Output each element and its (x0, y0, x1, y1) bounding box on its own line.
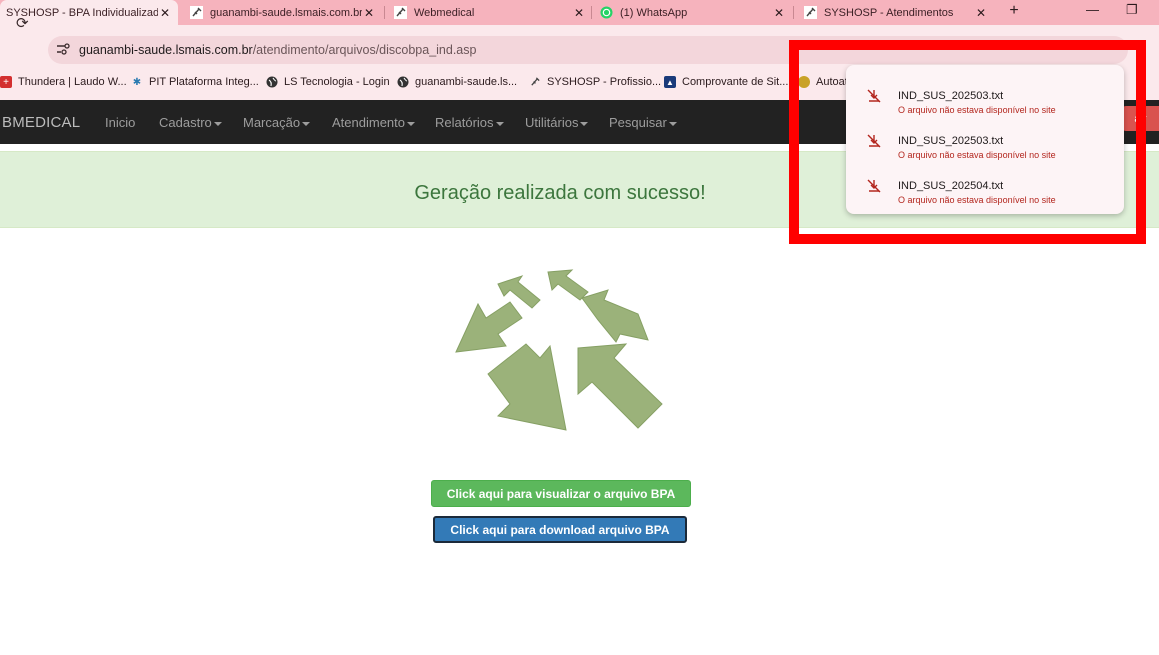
nav-label: Utilitários (525, 115, 579, 130)
pit-icon: ✱ (132, 76, 142, 88)
arrow-shape (497, 275, 541, 309)
caret-down-icon (495, 121, 504, 126)
tab-strip: SYSHOSP - BPA Individualizado ✕ guanambi… (0, 0, 1159, 25)
nav-relatorios[interactable]: Relatórios (435, 115, 504, 130)
caret-down-icon (213, 121, 222, 126)
arrow-shape (577, 343, 663, 429)
nav-label: Marcação (243, 115, 301, 130)
restore-button[interactable]: ❐ (1126, 2, 1138, 18)
nav-marcacao[interactable]: Marcação (243, 115, 311, 130)
bookmark-comprovante[interactable]: ▲ Comprovante de Sit... (664, 75, 788, 89)
close-icon[interactable]: ✕ (772, 6, 786, 20)
bookmark-pit[interactable]: ✱ PIT Plataforma Integ... (131, 75, 259, 89)
logout-button[interactable]: air (1122, 106, 1159, 131)
download-failed-icon (867, 134, 881, 148)
syringe-icon (529, 76, 541, 88)
browser-window: SYSHOSP - BPA Individualizado ✕ guanambi… (0, 0, 1159, 655)
close-icon[interactable]: ✕ (362, 6, 376, 20)
tab-divider (384, 6, 385, 19)
download-item[interactable]: IND_SUS_202503.txt O arquivo não estava … (846, 118, 1124, 160)
bookmark-guanambi-saude[interactable]: guanambi-saude.ls... (397, 75, 517, 89)
download-filename: IND_SUS_202503.txt (898, 90, 1004, 102)
nav-pesquisar[interactable]: Pesquisar (609, 115, 677, 130)
syringe-icon (804, 6, 817, 19)
bookmark-thundera[interactable]: + Thundera | Laudo W... (0, 75, 127, 89)
reload-icon[interactable]: ⟳ (16, 14, 29, 32)
downloads-panel: IND_SUS_202503.txt O arquivo não estava … (846, 65, 1124, 214)
caret-down-icon (302, 121, 311, 126)
arrow-shape (455, 301, 523, 353)
url-host: guanambi-saude.lsmais.com.br (79, 43, 253, 57)
arrow-shape (487, 343, 567, 431)
bookmark-label: Comprovante de Sit... (682, 76, 789, 88)
bookmark-ls-tecnologia[interactable]: LS Tecnologia - Login (266, 75, 390, 89)
gov-icon: ▲ (664, 76, 676, 88)
nav-utilitarios[interactable]: Utilitários (525, 115, 589, 130)
globe-icon (266, 76, 278, 88)
app-brand[interactable]: BMEDICAL (2, 114, 80, 131)
logout-label: air (1134, 112, 1147, 125)
download-bpa-label: Click aqui para download arquivo BPA (450, 522, 670, 537)
download-status: O arquivo não estava disponível no site (898, 150, 1056, 160)
arrow-shape (581, 289, 649, 343)
bookmark-label: guanambi-saude.ls... (415, 76, 518, 88)
bookmark-label: Autoat (816, 76, 848, 88)
bookmark-label: LS Tecnologia - Login (284, 76, 390, 88)
syringe-icon (190, 6, 203, 19)
tab-guanambi-saude[interactable]: guanambi-saude.lsmais.com.br ✕ (182, 0, 382, 25)
tab-syshosp-atendimentos[interactable]: SYSHOSP - Atendimentos ✕ (796, 0, 994, 25)
tab-title: (1) WhatsApp (620, 6, 688, 19)
bookmark-label: SYSHOSP - Profissio... (547, 76, 662, 88)
arrows-graphic (455, 269, 663, 431)
url-path: /atendimento/arquivos/discobpa_ind.asp (252, 43, 477, 57)
bookmark-label: Thundera | Laudo W... (18, 76, 127, 88)
nav-atendimento[interactable]: Atendimento (332, 115, 415, 130)
download-failed-icon (867, 179, 881, 193)
download-status: O arquivo não estava disponível no site (898, 195, 1056, 205)
download-filename: IND_SUS_202504.txt (898, 180, 1004, 192)
tab-whatsapp[interactable]: (1) WhatsApp ✕ (592, 0, 792, 25)
nav-label: Inicio (105, 115, 136, 130)
bookmark-syshosp[interactable]: SYSHOSP - Profissio... (529, 75, 661, 89)
bookmark-autoat[interactable]: Autoat (798, 75, 848, 89)
caret-down-icon (407, 121, 415, 126)
nav-label: Relatórios (435, 115, 494, 130)
nav-inicio[interactable]: Inicio (105, 115, 135, 130)
download-status: O arquivo não estava disponível no site (898, 105, 1056, 115)
download-bpa-button[interactable]: Click aqui para download arquivo BPA (433, 516, 687, 543)
minimize-button[interactable]: — (1086, 2, 1099, 17)
caret-down-icon (580, 121, 589, 126)
arrow-shape (547, 269, 589, 301)
close-icon[interactable]: ✕ (572, 6, 586, 20)
nav-label: Atendimento (332, 115, 405, 130)
caret-down-icon (668, 121, 677, 126)
view-bpa-button[interactable]: Click aqui para visualizar o arquivo BPA (431, 480, 691, 507)
download-item[interactable]: IND_SUS_202503.txt O arquivo não estava … (846, 73, 1124, 115)
globe-icon (397, 76, 409, 88)
download-filename: IND_SUS_202503.txt (898, 135, 1004, 147)
close-icon[interactable]: ✕ (974, 6, 988, 20)
view-bpa-label: Click aqui para visualizar o arquivo BPA (446, 486, 676, 501)
bookmark-label: PIT Plataforma Integ... (149, 76, 259, 88)
tab-webmedical[interactable]: Webmedical ✕ (386, 0, 592, 25)
site-settings-icon[interactable] (56, 43, 70, 58)
tab-title: Webmedical (414, 6, 475, 19)
autoat-icon (798, 76, 810, 88)
tab-title: guanambi-saude.lsmais.com.br (210, 6, 362, 19)
tab-title: SYSHOSP - Atendimentos (824, 6, 954, 19)
syringe-icon (394, 6, 407, 19)
download-item[interactable]: IND_SUS_202504.txt O arquivo não estava … (846, 163, 1124, 205)
url-text[interactable]: guanambi-saude.lsmais.com.br/atendimento… (79, 43, 476, 57)
close-icon[interactable]: ✕ (158, 6, 172, 20)
whatsapp-icon (600, 6, 613, 19)
download-failed-icon (867, 89, 881, 103)
thundera-icon: + (0, 76, 12, 88)
nav-cadastro[interactable]: Cadastro (159, 115, 222, 130)
tab-divider (793, 6, 794, 19)
nav-label: Pesquisar (609, 115, 667, 130)
nav-label: Cadastro (159, 115, 212, 130)
new-tab-button[interactable]: + (1006, 2, 1022, 20)
